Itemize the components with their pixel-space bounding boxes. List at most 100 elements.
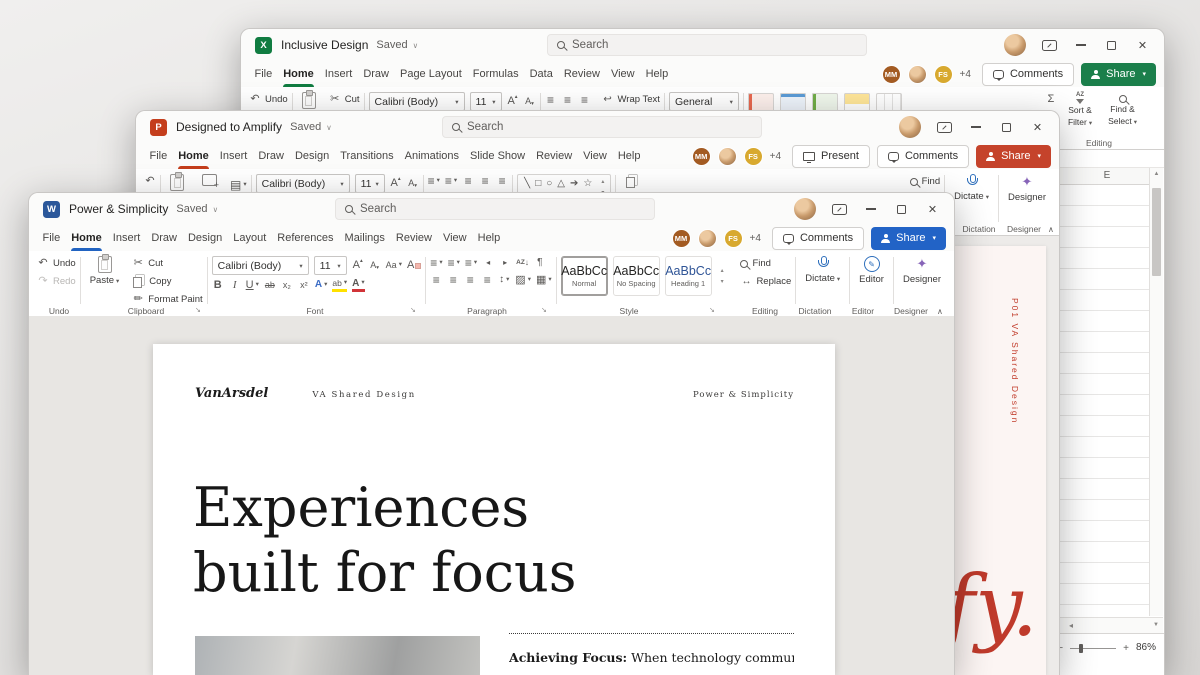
dictate-button[interactable]: Dictate — [949, 174, 994, 202]
excel-search-input[interactable] — [572, 39, 857, 51]
tab-formulas[interactable]: Formulas — [467, 61, 524, 87]
align-right-icon[interactable] — [579, 93, 591, 107]
presence-avatar-fs[interactable]: FS — [723, 228, 743, 248]
scroll-left-icon[interactable]: ◂ — [1069, 621, 1073, 630]
undo-button[interactable]: Undo — [249, 92, 288, 107]
style-normal[interactable]: AaBbCc Normal — [560, 256, 608, 296]
share-screen-icon[interactable] — [832, 202, 847, 217]
zoom-in-icon[interactable]: + — [1123, 642, 1129, 655]
column-header-e[interactable]: E — [1077, 170, 1137, 181]
document-page[interactable]: VanArsdel VA Shared Design Power & Simpl… — [153, 344, 835, 675]
close-icon[interactable] — [1030, 120, 1045, 135]
arrange-button[interactable] — [620, 174, 643, 188]
comments-button[interactable]: Comments — [981, 62, 1075, 86]
superscript-icon[interactable] — [298, 278, 310, 292]
tab-file[interactable]: File — [144, 143, 173, 169]
new-slide-button[interactable] — [197, 174, 222, 190]
tab-references[interactable]: References — [272, 225, 339, 251]
ppt-saved-status[interactable]: Saved — [290, 121, 332, 133]
styles-down-icon[interactable]: ▾ — [721, 278, 724, 285]
tab-review[interactable]: Review — [390, 225, 437, 251]
maximize-icon[interactable] — [894, 202, 909, 217]
font-size-select[interactable]: 11 — [469, 92, 502, 111]
style-dialog-launcher-icon[interactable] — [709, 306, 715, 314]
close-icon[interactable] — [1135, 38, 1150, 53]
paste-button[interactable]: Paste — [85, 254, 125, 286]
shading-icon[interactable] — [515, 273, 531, 287]
tab-data[interactable]: Data — [524, 61, 558, 87]
maximize-icon[interactable] — [1104, 38, 1119, 53]
bold-icon[interactable] — [212, 278, 224, 292]
excel-saved-status[interactable]: Saved — [376, 39, 418, 51]
justify-icon[interactable] — [481, 273, 493, 287]
grow-font-icon[interactable] — [352, 259, 364, 273]
bullets-icon[interactable] — [430, 256, 442, 270]
account-avatar[interactable] — [794, 198, 816, 220]
shapes-up-icon[interactable]: ▴ — [601, 178, 604, 185]
multilevel-list-icon[interactable] — [465, 256, 477, 270]
collapse-ribbon-icon[interactable] — [1048, 225, 1054, 234]
underline-icon[interactable] — [246, 278, 259, 292]
tab-transitions[interactable]: Transitions — [335, 143, 399, 169]
copy-button[interactable]: Copy — [132, 274, 202, 289]
font-size-select[interactable]: 11 — [354, 174, 385, 193]
increase-indent-icon[interactable] — [499, 256, 511, 270]
undo-button[interactable] — [144, 174, 156, 189]
share-screen-icon[interactable] — [937, 120, 952, 135]
align-center-icon[interactable] — [562, 93, 574, 107]
tab-home[interactable]: Home — [278, 61, 320, 87]
number-format-select[interactable]: General — [668, 92, 739, 111]
paragraph-dialog-launcher-icon[interactable] — [541, 306, 547, 314]
bullets-icon[interactable] — [428, 174, 440, 188]
find-button[interactable]: Find — [909, 174, 940, 189]
tab-review[interactable]: Review — [558, 61, 605, 87]
align-right-icon[interactable] — [464, 273, 476, 287]
tab-file[interactable]: File — [37, 225, 66, 251]
star-shape-icon[interactable]: ☆ — [583, 178, 592, 189]
paste-button[interactable] — [165, 172, 189, 191]
word-search-box[interactable] — [335, 198, 655, 220]
text-effects-icon[interactable] — [315, 278, 328, 292]
show-formatting-icon[interactable] — [534, 256, 546, 270]
rectangle-shape-icon[interactable]: □ — [535, 178, 541, 189]
numbering-icon[interactable] — [448, 256, 460, 270]
align-center-icon[interactable] — [479, 174, 491, 188]
present-button[interactable]: Present — [792, 144, 870, 168]
presence-avatar-fs[interactable]: FS — [933, 64, 953, 84]
grow-font-icon[interactable] — [507, 95, 519, 109]
align-left-icon[interactable] — [430, 273, 442, 287]
presence-avatar-mm[interactable]: MM — [691, 146, 711, 166]
designer-button[interactable]: Designer — [898, 256, 946, 285]
font-dialog-launcher-icon[interactable] — [410, 306, 416, 314]
scroll-down-icon[interactable]: ▼ — [1153, 622, 1159, 628]
clear-formatting-icon[interactable] — [407, 259, 421, 273]
tab-animations[interactable]: Animations — [399, 143, 464, 169]
tab-draw[interactable]: Draw — [358, 61, 395, 87]
tab-file[interactable]: File — [249, 61, 278, 87]
designer-button[interactable]: Designer — [1003, 174, 1051, 203]
font-color-icon[interactable] — [352, 278, 365, 292]
word-search-input[interactable] — [360, 203, 645, 215]
cut-button[interactable]: Cut — [329, 92, 360, 107]
shrink-font-icon[interactable] — [369, 259, 381, 273]
dictate-button[interactable]: Dictate — [800, 256, 845, 284]
numbering-icon[interactable] — [445, 174, 457, 188]
subscript-icon[interactable] — [281, 278, 293, 292]
account-avatar[interactable] — [899, 116, 921, 138]
minimize-icon[interactable] — [863, 202, 878, 217]
tab-view[interactable]: View — [437, 225, 472, 251]
clipboard-dialog-launcher-icon[interactable] — [195, 306, 201, 314]
tab-mailings[interactable]: Mailings — [339, 225, 390, 251]
style-heading-1[interactable]: AaBbCc Heading 1 — [664, 256, 712, 296]
minimize-icon[interactable] — [968, 120, 983, 135]
tab-insert[interactable]: Insert — [214, 143, 253, 169]
presence-more[interactable]: +4 — [770, 151, 781, 162]
find-button[interactable]: Find — [740, 256, 791, 271]
tab-view[interactable]: View — [605, 61, 640, 87]
tab-home[interactable]: Home — [173, 143, 215, 169]
strikethrough-icon[interactable] — [264, 278, 276, 292]
decrease-indent-icon[interactable] — [482, 256, 494, 270]
presence-more[interactable]: +4 — [960, 69, 971, 80]
tab-page-layout[interactable]: Page Layout — [394, 61, 467, 87]
vertical-scrollbar[interactable]: ▲ — [1149, 168, 1163, 616]
